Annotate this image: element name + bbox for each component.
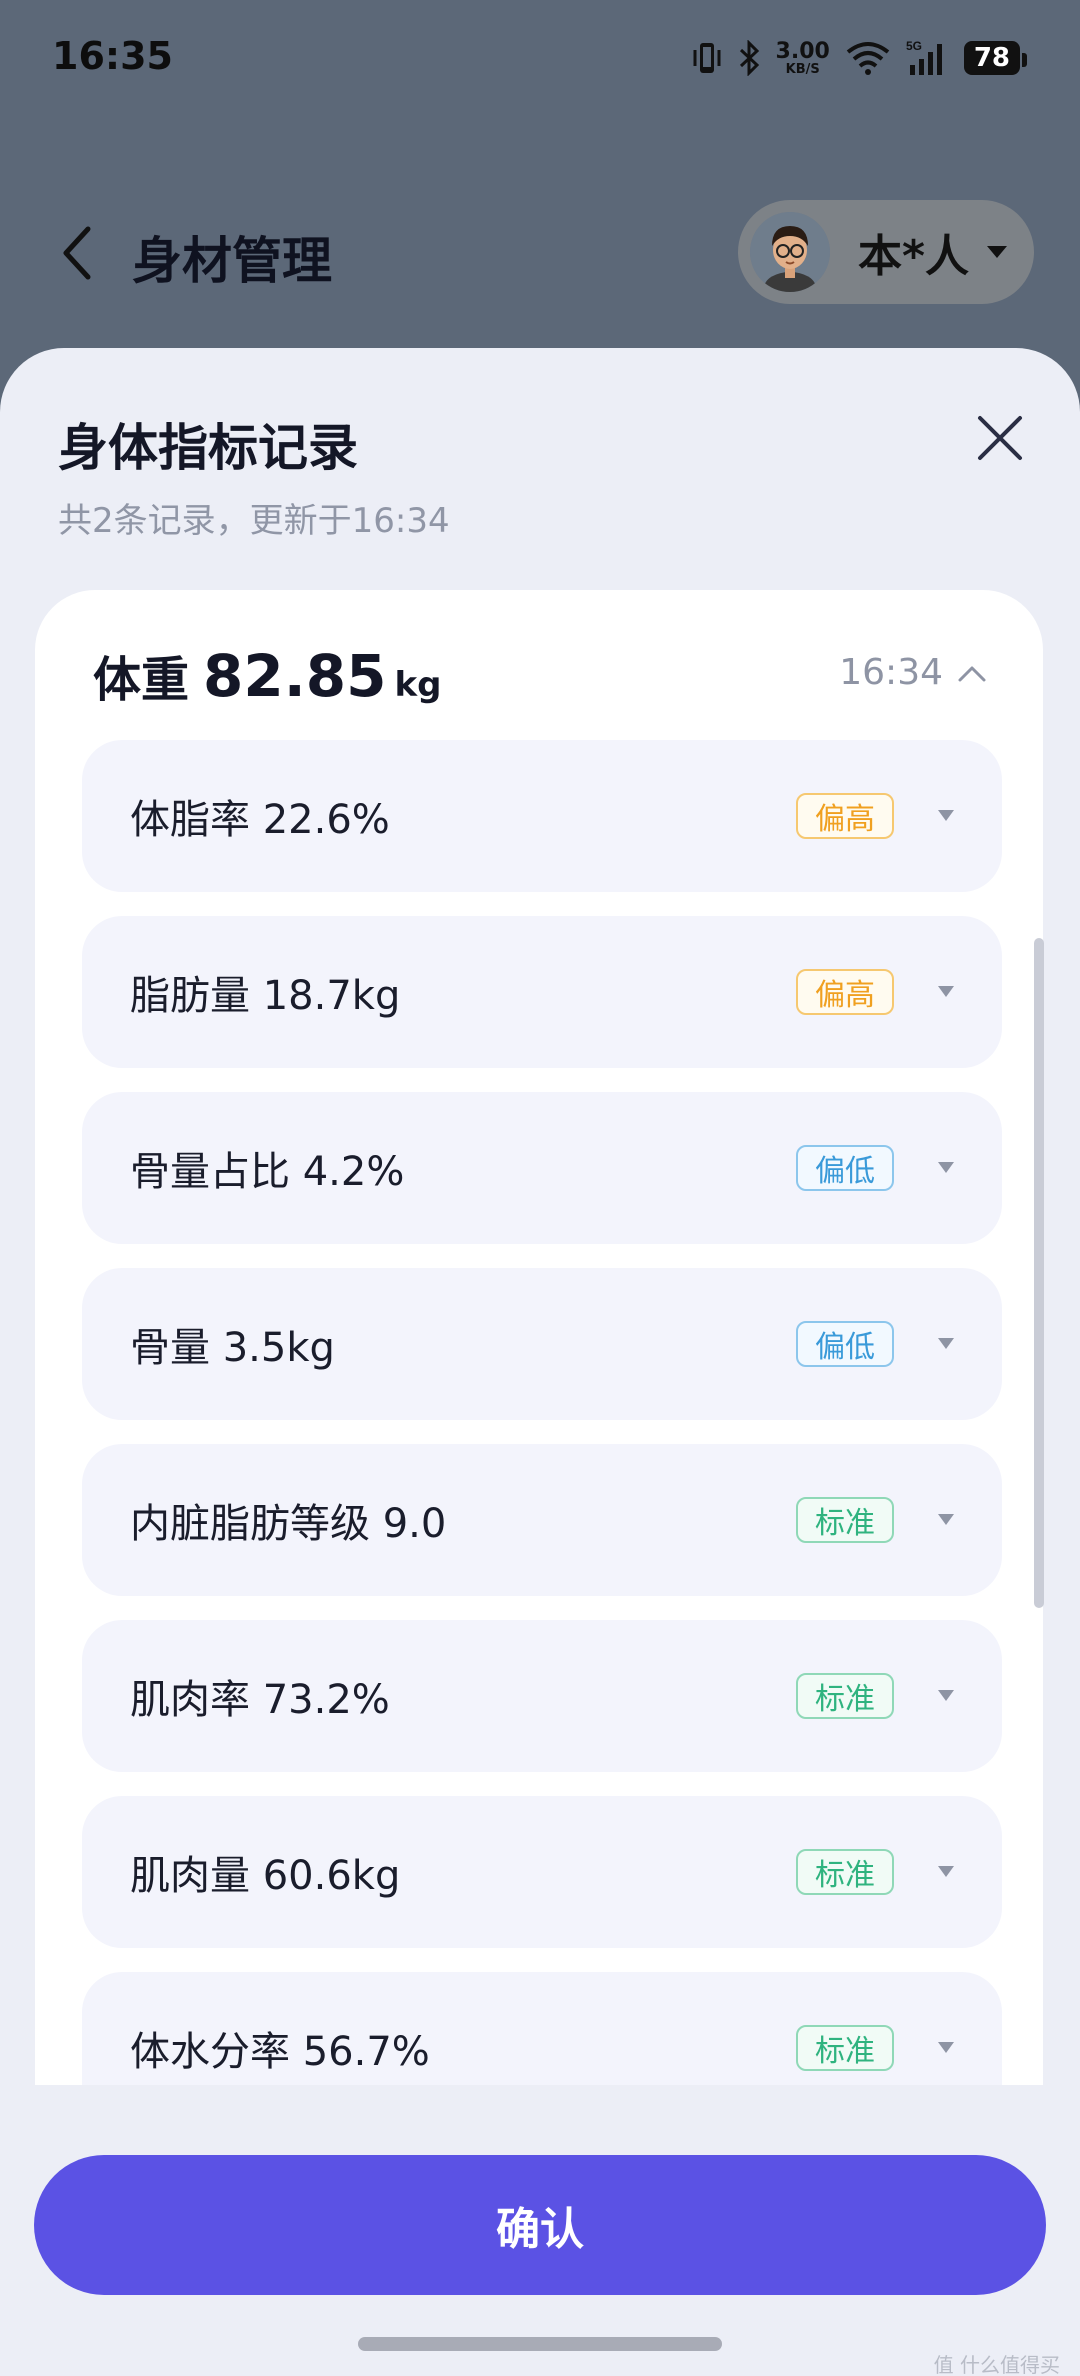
- metric-list: 体脂率 22.6% 偏高 脂肪量 18.7kg 偏高 骨量占比 4.2% 偏低 …: [82, 740, 1002, 2148]
- metric-row[interactable]: 脂肪量 18.7kg 偏高: [82, 916, 1002, 1068]
- status-bar: 16:35 3.00 KB/S 5G 78: [0, 0, 1080, 115]
- back-button[interactable]: [52, 221, 102, 285]
- status-badge: 偏高: [796, 793, 894, 839]
- weight-summary: 体重 82.85 kg: [93, 640, 441, 710]
- sheet-subtitle: 共2条记录，更新于16:34: [58, 501, 450, 541]
- metric-row[interactable]: 肌肉率 73.2% 标准: [82, 1620, 1002, 1772]
- metric-row[interactable]: 肌肉量 60.6kg 标准: [82, 1796, 1002, 1948]
- confirm-button[interactable]: 确认: [34, 2155, 1046, 2295]
- caret-down-icon[interactable]: [938, 810, 954, 821]
- metric-label: 体脂率 22.6%: [130, 797, 390, 843]
- status-badge: 标准: [796, 1849, 894, 1895]
- metric-label: 肌肉量 60.6kg: [130, 1853, 401, 1899]
- battery-icon: 78: [963, 41, 1028, 75]
- caret-down-icon: [987, 246, 1008, 258]
- net-speed-value: 3.00: [775, 38, 830, 64]
- caret-down-icon[interactable]: [938, 1866, 954, 1877]
- metric-label: 内脏脂肪等级 9.0: [130, 1501, 447, 1547]
- status-badge: 标准: [796, 1673, 894, 1719]
- close-button[interactable]: [970, 408, 1030, 468]
- metric-row[interactable]: 骨量占比 4.2% 偏低: [82, 1092, 1002, 1244]
- net-speed: 3.00 KB/S: [775, 38, 830, 77]
- metric-label: 体水分率 56.7%: [130, 2029, 430, 2075]
- status-badge: 标准: [796, 1497, 894, 1543]
- wifi-icon: [844, 40, 892, 76]
- metric-row[interactable]: 骨量 3.5kg 偏低: [82, 1268, 1002, 1420]
- caret-down-icon[interactable]: [938, 1690, 954, 1701]
- caret-down-icon[interactable]: [938, 1514, 954, 1525]
- metric-label: 骨量占比 4.2%: [130, 1149, 405, 1195]
- net-speed-unit: KB/S: [785, 61, 820, 77]
- bluetooth-icon: [738, 40, 762, 76]
- caret-down-icon[interactable]: [938, 2042, 954, 2053]
- metric-row[interactable]: 体脂率 22.6% 偏高: [82, 740, 1002, 892]
- signal-icon: 5G: [906, 39, 950, 77]
- caret-down-icon[interactable]: [938, 986, 954, 997]
- metric-label: 骨量 3.5kg: [130, 1325, 335, 1371]
- scrollbar[interactable]: [1034, 938, 1044, 1608]
- close-icon: [978, 416, 1022, 460]
- weight-label: 体重: [93, 652, 190, 708]
- user-switcher[interactable]: 本*人: [738, 200, 1034, 304]
- screen: 16:35 3.00 KB/S 5G 78 身材管理 本*人 身体指标记录 共2…: [0, 0, 1080, 2376]
- user-name: 本*人: [858, 231, 970, 282]
- sheet-title: 身体指标记录: [58, 419, 358, 477]
- chevron-up-icon: [958, 666, 986, 681]
- home-indicator[interactable]: [358, 2337, 722, 2351]
- status-badge: 偏低: [796, 1321, 894, 1367]
- metric-row[interactable]: 内脏脂肪等级 9.0 标准: [82, 1444, 1002, 1596]
- caret-down-icon[interactable]: [938, 1162, 954, 1173]
- record-collapse-toggle[interactable]: 16:34: [839, 652, 987, 693]
- chevron-left-icon: [63, 226, 91, 280]
- status-icons: 3.00 KB/S 5G 78: [690, 36, 1028, 80]
- page-title: 身材管理: [132, 232, 332, 290]
- status-badge: 偏低: [796, 1145, 894, 1191]
- network-type: 5G: [906, 39, 922, 53]
- vibrate-icon: [690, 40, 724, 76]
- watermark: 值 什么值得买: [933, 2353, 1060, 2376]
- footer: 确认 值 什么值得买: [0, 2085, 1080, 2376]
- caret-down-icon[interactable]: [938, 1338, 954, 1349]
- header: 身材管理 本*人: [0, 195, 1080, 315]
- body-metrics-sheet: 身体指标记录 共2条记录，更新于16:34 体重 82.85 kg 16:34 …: [0, 348, 1080, 2376]
- record-time: 16:34: [839, 652, 943, 693]
- metric-label: 脂肪量 18.7kg: [130, 973, 401, 1019]
- avatar: [750, 212, 830, 292]
- status-badge: 偏高: [796, 969, 894, 1015]
- weight-value: 82.85: [203, 642, 387, 710]
- status-time: 16:35: [52, 34, 173, 78]
- status-badge: 标准: [796, 2025, 894, 2071]
- metric-label: 肌肉率 73.2%: [130, 1677, 390, 1723]
- weight-unit: kg: [394, 665, 442, 705]
